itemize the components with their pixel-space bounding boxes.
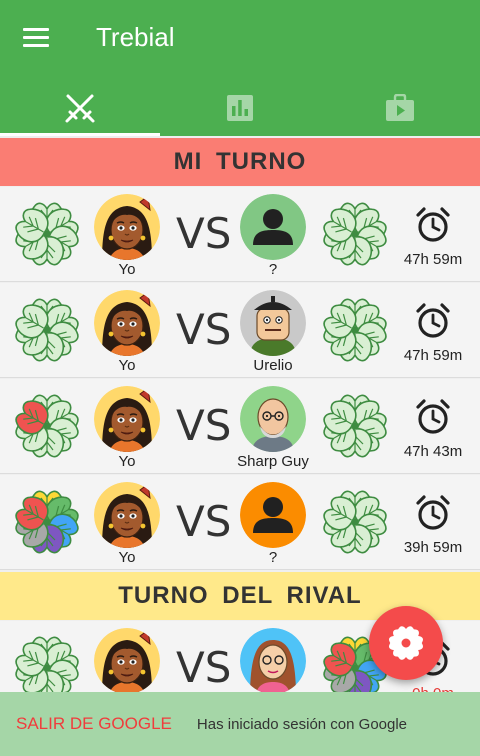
- versus-label: VS: [176, 401, 232, 450]
- snackbar: SALIR DE GOOGLE Has iniciado sesión con …: [0, 692, 480, 756]
- alarm-clock-icon: [416, 495, 450, 530]
- player-name: Yo: [118, 357, 136, 374]
- game-row[interactable]: Yo VS Sharp Guy 47h 43m: [0, 379, 480, 474]
- alarm-clock-icon: [416, 303, 450, 338]
- time-remaining: 47h 43m: [403, 443, 463, 460]
- active-tab-indicator: [0, 133, 160, 136]
- clover-icon: [389, 626, 423, 660]
- opponent-name: Sharp Guy: [237, 453, 309, 470]
- player-clover: [12, 202, 82, 266]
- opponent-clover: [320, 298, 390, 362]
- opponent-avatar[interactable]: [240, 482, 306, 548]
- alarm-clock-icon: [416, 207, 450, 242]
- app-title: Trebial: [96, 22, 175, 52]
- player-avatar[interactable]: [94, 290, 160, 356]
- sign-out-google-button[interactable]: SALIR DE GOOGLE: [16, 714, 172, 734]
- time-remaining: 39h 59m: [403, 539, 463, 556]
- player-avatar[interactable]: [94, 194, 160, 260]
- opponent-name: Urelio: [253, 357, 293, 374]
- tab-games[interactable]: [0, 80, 160, 136]
- player-name: Yo: [118, 453, 136, 470]
- opponent-clover: [320, 394, 390, 458]
- game-row[interactable]: Yo VS? 47h 59m: [0, 187, 480, 282]
- player-avatar[interactable]: [94, 386, 160, 452]
- alarm-clock-icon: [416, 399, 450, 434]
- bar-chart-icon: [227, 95, 253, 121]
- tab-briefcase[interactable]: [320, 80, 480, 136]
- opponent-avatar[interactable]: [240, 194, 306, 260]
- menu-icon: [23, 28, 49, 31]
- versus-label: VS: [176, 209, 232, 258]
- app-bar: Trebial: [0, 0, 480, 136]
- my-turn-header: MI TURNO: [0, 138, 480, 186]
- tab-stats[interactable]: [160, 80, 320, 136]
- time-remaining: 47h 59m: [403, 347, 463, 364]
- versus-label: VS: [176, 643, 232, 692]
- player-clover: [12, 394, 82, 458]
- player-clover: [12, 298, 82, 362]
- opponent-avatar[interactable]: [240, 628, 306, 694]
- menu-button[interactable]: [20, 24, 54, 52]
- versus-label: VS: [176, 497, 232, 546]
- opponent-avatar[interactable]: [240, 290, 306, 356]
- player-name: Yo: [118, 261, 136, 278]
- player-avatar[interactable]: [94, 482, 160, 548]
- snackbar-message: Has iniciado sesión con Google: [196, 715, 408, 733]
- player-clover: [12, 490, 82, 554]
- opponent-clover: [320, 490, 390, 554]
- opponent-name: ?: [268, 261, 278, 278]
- versus-label: VS: [176, 305, 232, 354]
- new-game-button[interactable]: [369, 606, 443, 680]
- player-name: Yo: [118, 549, 136, 566]
- game-row[interactable]: Yo VS? 39h 59m: [0, 475, 480, 570]
- time-remaining: 47h 59m: [403, 251, 463, 268]
- game-row[interactable]: Yo VS Urelio 47h 59m: [0, 283, 480, 378]
- opponent-avatar[interactable]: [240, 386, 306, 452]
- crossed-swords-icon: [65, 94, 95, 123]
- opponent-name: ?: [268, 549, 278, 566]
- briefcase-icon: [386, 94, 414, 121]
- opponent-clover: [320, 202, 390, 266]
- player-avatar[interactable]: [94, 628, 160, 694]
